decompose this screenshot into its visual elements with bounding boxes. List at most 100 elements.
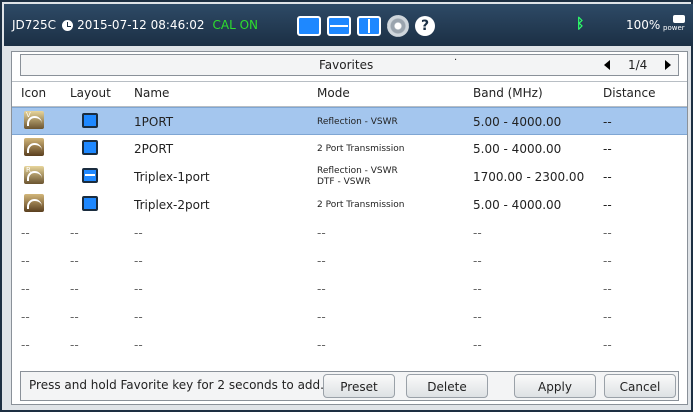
empty-cell: -- — [317, 254, 326, 268]
empty-cell: -- — [70, 338, 79, 352]
next-page-icon[interactable] — [665, 60, 672, 70]
col-name: Name — [134, 86, 170, 100]
row-name: 1PORT — [134, 115, 174, 129]
empty-cell: -- — [70, 254, 79, 268]
dual-vertical-layout-icon[interactable] — [357, 16, 381, 36]
row-band: 5.00 - 4000.00 — [473, 115, 562, 129]
table-row[interactable]: R Triplex-1port Reflection - VSWR DTF - V… — [12, 163, 687, 191]
row-distance: -- — [603, 170, 612, 184]
status-bar: JD725C 2015-07-12 08:46:02 CAL ON ? ᛒ 10… — [4, 4, 693, 46]
delete-button[interactable]: Delete — [406, 374, 488, 398]
empty-cell: -- — [317, 310, 326, 324]
empty-cell: -- — [603, 254, 612, 268]
empty-cell: -- — [473, 282, 482, 296]
empty-cell: -- — [473, 310, 482, 324]
empty-cell: -- — [21, 282, 30, 296]
table-row[interactable]: 2PORT 2 Port Transmission 5.00 - 4000.00… — [12, 135, 687, 163]
footer-bar: Press and hold Favorite key for 2 second… — [20, 371, 679, 401]
row-mode: Reflection - VSWR DTF - VSWR — [317, 166, 398, 188]
single-layout-icon — [82, 140, 98, 155]
dual-horizontal-layout-icon[interactable] — [327, 16, 351, 36]
toolbar: ? — [297, 15, 435, 37]
measurement-thumbnail-icon: R — [24, 166, 44, 184]
table-row-empty[interactable]: -- -- -- -- -- -- — [12, 275, 687, 303]
row-name: 2PORT — [134, 142, 174, 156]
table-header: Icon Layout Name Mode Band (MHz) Distanc… — [12, 81, 687, 107]
cancel-button[interactable]: Cancel — [604, 374, 676, 398]
row-mode-line2: DTF - VSWR — [317, 177, 371, 187]
measurement-thumbnail-icon: V — [24, 111, 44, 129]
empty-cell: -- — [134, 282, 143, 296]
empty-cell: -- — [473, 226, 482, 240]
empty-cell: -- — [134, 338, 143, 352]
help-icon[interactable]: ? — [415, 16, 435, 36]
table-row-empty[interactable]: -- -- -- -- -- -- — [12, 303, 687, 331]
empty-cell: -- — [70, 226, 79, 240]
empty-cell: -- — [21, 310, 30, 324]
preset-button[interactable]: Preset — [323, 374, 395, 398]
table-row-empty[interactable]: -- -- -- -- -- -- — [12, 219, 687, 247]
title-dot: · — [454, 55, 458, 66]
empty-cell: -- — [70, 282, 79, 296]
empty-cell: -- — [603, 226, 612, 240]
pager: 1/4 — [604, 58, 672, 72]
single-layout-icon[interactable] — [297, 16, 321, 36]
power-plug-icon: power — [663, 14, 687, 34]
apply-button[interactable]: Apply — [514, 374, 596, 398]
gear-icon[interactable] — [387, 15, 409, 37]
measurement-thumbnail-icon — [24, 138, 44, 156]
col-band: Band (MHz) — [473, 86, 543, 100]
empty-cell: -- — [21, 226, 30, 240]
empty-cell: -- — [134, 254, 143, 268]
empty-cell: -- — [317, 282, 326, 296]
cal-status: CAL ON — [212, 18, 259, 32]
table-row-empty[interactable]: -- -- -- -- -- -- — [12, 331, 687, 359]
clock-icon — [62, 19, 74, 31]
row-distance: -- — [603, 198, 612, 212]
bluetooth-icon: ᛒ — [576, 16, 585, 32]
empty-cell: -- — [21, 254, 30, 268]
plug-shape — [673, 15, 685, 23]
favorites-table: V 1PORT Reflection - VSWR 5.00 - 4000.00… — [12, 107, 687, 359]
table-row[interactable]: V 1PORT Reflection - VSWR 5.00 - 4000.00… — [12, 107, 687, 135]
empty-cell: -- — [473, 338, 482, 352]
empty-cell: -- — [21, 338, 30, 352]
col-layout: Layout — [70, 86, 111, 100]
row-name: Triplex-2port — [134, 198, 210, 212]
battery-percent: 100% — [626, 18, 661, 32]
prev-page-icon[interactable] — [604, 60, 610, 70]
col-mode: Mode — [317, 86, 350, 100]
col-distance: Distance — [603, 86, 656, 100]
page-indicator: 1/4 — [628, 58, 648, 72]
row-distance: -- — [603, 115, 612, 129]
datetime-label: 2015-07-12 08:46:02 — [77, 18, 205, 32]
row-band: 5.00 - 4000.00 — [473, 142, 562, 156]
favorites-title-bar: Favorites · 1/4 — [20, 54, 679, 76]
row-mode: 2 Port Transmission — [317, 200, 405, 210]
empty-cell: -- — [317, 226, 326, 240]
empty-cell: -- — [473, 254, 482, 268]
empty-cell: -- — [603, 282, 612, 296]
row-band: 1700.00 - 2300.00 — [473, 170, 585, 184]
favorites-panel: Favorites · 1/4 Icon Layout Name Mode Ba… — [11, 51, 688, 405]
empty-cell: -- — [70, 310, 79, 324]
table-row[interactable]: Triplex-2port 2 Port Transmission 5.00 -… — [12, 191, 687, 219]
model-label: JD725C — [12, 18, 57, 32]
empty-cell: -- — [603, 338, 612, 352]
row-distance: -- — [603, 142, 612, 156]
power-label: power — [663, 24, 685, 32]
empty-cell: -- — [134, 310, 143, 324]
row-band: 5.00 - 4000.00 — [473, 198, 562, 212]
add-favorite-hint: Press and hold Favorite key for 2 second… — [29, 378, 324, 392]
single-layout-icon — [82, 196, 98, 211]
dual-horizontal-layout-icon — [82, 168, 98, 183]
row-mode: 2 Port Transmission — [317, 144, 405, 154]
col-icon: Icon — [21, 86, 47, 100]
app-frame: JD725C 2015-07-12 08:46:02 CAL ON ? ᛒ 10… — [0, 0, 693, 412]
thumbnail-letter: V — [26, 111, 31, 119]
empty-cell: -- — [603, 310, 612, 324]
thumbnail-letter: R — [26, 166, 31, 174]
panel-title: Favorites — [319, 58, 374, 72]
table-row-empty[interactable]: -- -- -- -- -- -- — [12, 247, 687, 275]
row-name: Triplex-1port — [134, 170, 210, 184]
